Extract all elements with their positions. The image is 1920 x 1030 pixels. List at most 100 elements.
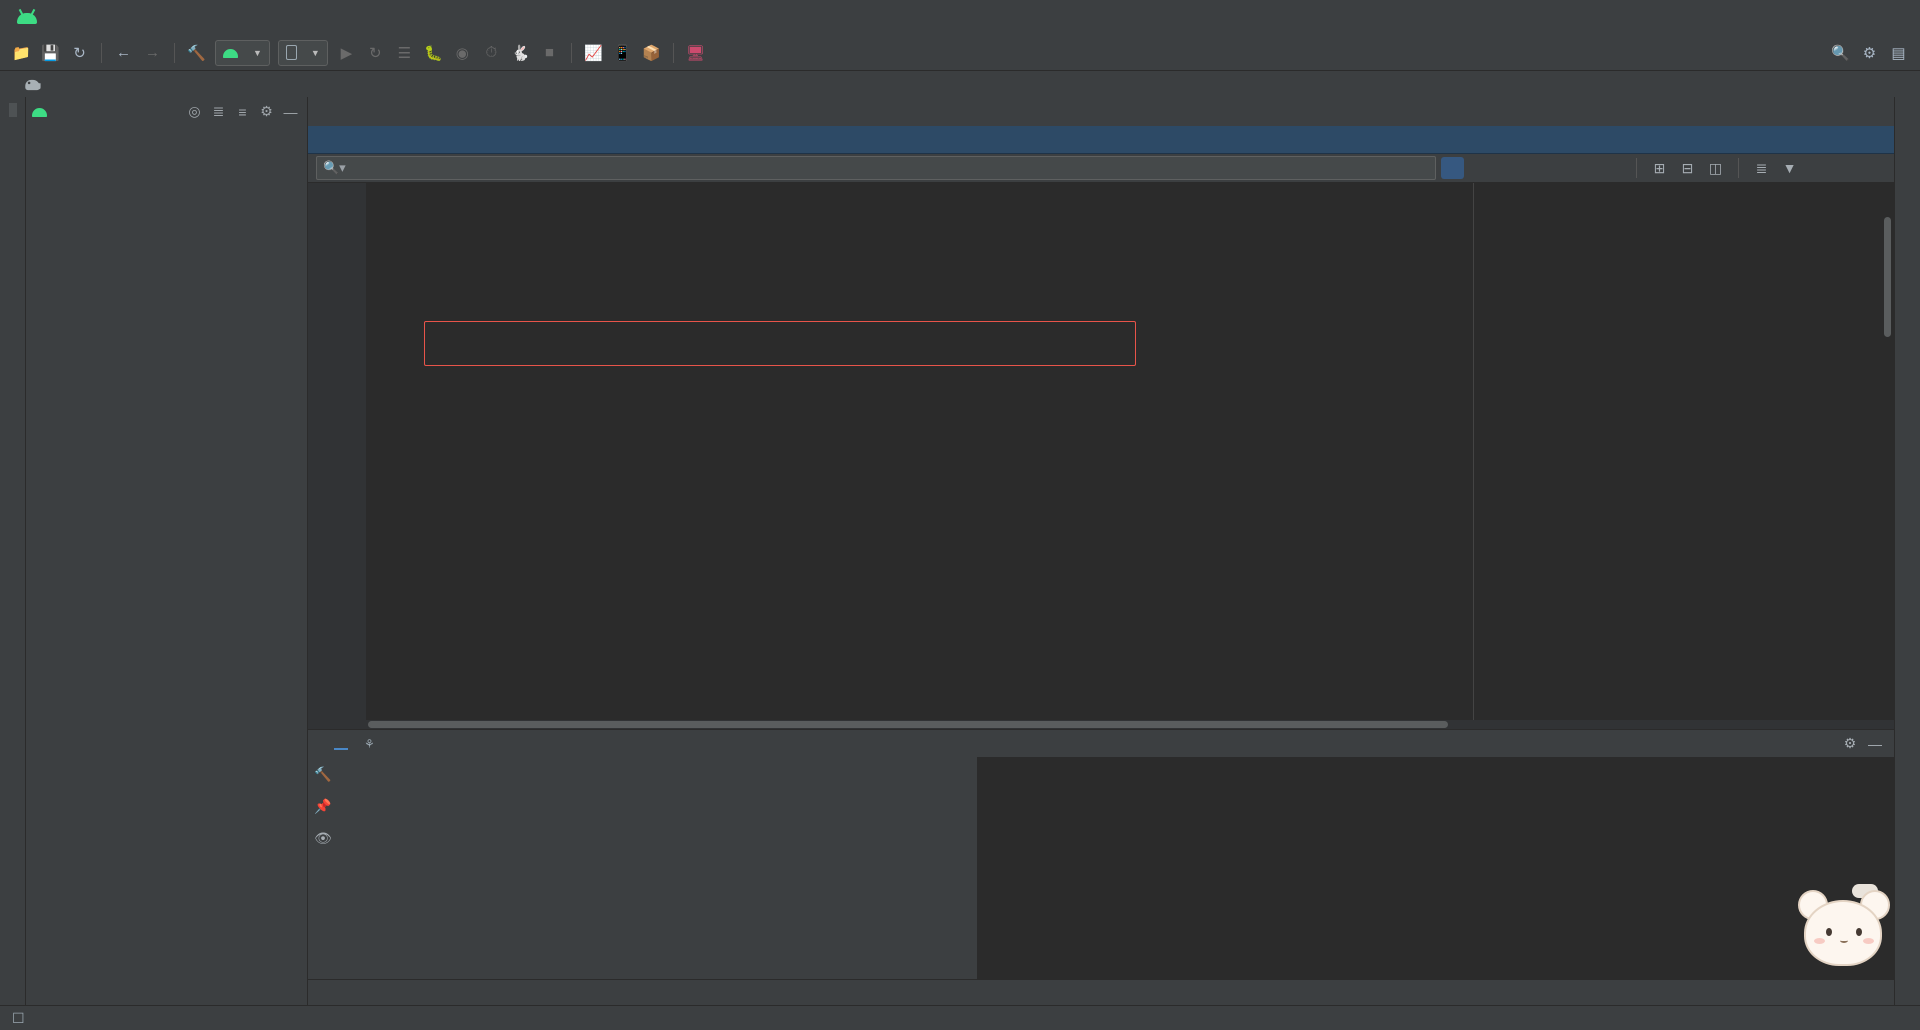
hammer-icon[interactable]: 🔨: [312, 763, 334, 785]
status-bar: ☐: [0, 1005, 1920, 1030]
open-folder-icon[interactable]: 📁: [8, 39, 35, 66]
device-selector[interactable]: ▼: [277, 39, 328, 66]
select-all-occurrences-icon[interactable]: [1602, 157, 1625, 179]
preview-icon[interactable]: ◫: [1704, 157, 1727, 179]
build-output-console[interactable]: [978, 757, 1894, 979]
android-studio-window: 📁 💾 ↻ ← → 🔨 ▼ ▼ ▶ ↻ ☰ 🐛 ◉ ⏱ 🐇 ■ 📈 📱 📦 🖥: [0, 0, 1920, 1030]
tool-tab-emulator[interactable]: [1904, 991, 1912, 1005]
build-result-row[interactable]: [338, 761, 977, 783]
tool-tab-resource-manager[interactable]: [9, 121, 17, 135]
tool-tab-device-manager[interactable]: [1904, 121, 1912, 135]
back-icon[interactable]: ←: [110, 39, 137, 66]
project-structure-icon[interactable]: ▤: [1885, 39, 1912, 66]
profile-icon[interactable]: ⏱: [478, 39, 505, 66]
gradle-icon: [25, 79, 41, 91]
clear-icon[interactable]: [1390, 157, 1406, 179]
divider: [1636, 158, 1637, 178]
history-icon[interactable]: [1413, 157, 1429, 179]
collapse-all-icon[interactable]: ≡: [232, 101, 253, 122]
sort-icon[interactable]: ≣: [1750, 157, 1773, 179]
menu-bar: [0, 0, 1920, 35]
project-panel: ◎ ≣ ≡ ⚙ —: [26, 97, 308, 1005]
find-next-icon[interactable]: [1574, 157, 1597, 179]
highlight-box: [424, 321, 1136, 366]
gradle-sync-banner: [308, 126, 1894, 154]
search-everywhere-icon[interactable]: 🔍: [1827, 39, 1854, 66]
find-close-icon[interactable]: [1863, 157, 1886, 179]
build-tool-window: ⚘ ⚙ — 🔨 📌 👁: [308, 729, 1894, 979]
forward-icon[interactable]: →: [139, 39, 166, 66]
settings-icon[interactable]: ⚙: [1839, 733, 1861, 755]
settings-icon[interactable]: ⚙: [256, 101, 277, 122]
editor-area: 🔍▾ ⊞ ⊟ ◫ ≣ ▼ ⚘ ⚙ — 🔨 📌 👁: [308, 97, 1894, 1005]
tool-tab-device-file-explorer[interactable]: [1904, 139, 1912, 153]
hide-icon[interactable]: —: [280, 101, 301, 122]
code-editor[interactable]: [308, 183, 1894, 720]
run-coverage-icon[interactable]: ◉: [449, 39, 476, 66]
stop-icon[interactable]: ■: [536, 39, 563, 66]
window-controls: [1776, 2, 1920, 34]
settings-icon[interactable]: ⚙: [1856, 39, 1883, 66]
project-tree[interactable]: [26, 126, 307, 1005]
build-panel-tabs: ⚘ ⚙ —: [308, 730, 1894, 757]
editor-scrollbar[interactable]: [1884, 217, 1891, 337]
apply-changes-icon[interactable]: ☰: [391, 39, 418, 66]
tool-tab-favorites[interactable]: [9, 973, 17, 987]
divider: [570, 42, 572, 63]
avd-manager-icon[interactable]: 🖥: [682, 39, 709, 66]
chevron-down-icon: ▼: [253, 47, 262, 58]
line-number-gutter[interactable]: [308, 183, 366, 720]
pin-icon[interactable]: 📌: [312, 795, 334, 817]
android-logo-icon: [14, 8, 40, 28]
analyzer-icon: ⚘: [364, 736, 375, 751]
find-input[interactable]: 🔍▾: [316, 156, 1436, 180]
save-icon[interactable]: 💾: [37, 39, 64, 66]
main-toolbar: 📁 💾 ↻ ← → 🔨 ▼ ▼ ▶ ↻ ☰ 🐛 ◉ ⏱ 🐇 ■ 📈 📱 📦 🖥: [0, 35, 1920, 71]
build-panel-body: 🔨 📌 👁: [308, 757, 1894, 979]
tab-build-analyzer[interactable]: ⚘: [356, 733, 395, 755]
tab-build-output[interactable]: [330, 740, 352, 750]
open-in-new-window-icon[interactable]: ⊞: [1648, 157, 1671, 179]
sync-gradle-icon[interactable]: 🐇: [507, 39, 534, 66]
breadcrumb: [0, 71, 1920, 97]
tool-tab-structure[interactable]: [9, 955, 17, 969]
select-opened-file-icon[interactable]: ◎: [184, 101, 205, 122]
minimize-icon[interactable]: —: [1864, 733, 1886, 755]
expand-icon[interactable]: ⊟: [1676, 157, 1699, 179]
sync-icon[interactable]: ↻: [66, 39, 93, 66]
divider: [1738, 158, 1739, 178]
sdk-manager-icon[interactable]: 📦: [638, 39, 665, 66]
expand-all-icon[interactable]: ≣: [208, 101, 229, 122]
run-icon[interactable]: ▶: [333, 39, 360, 66]
left-tool-strip: [0, 97, 26, 1005]
minimize-button[interactable]: [1776, 2, 1822, 34]
filter-icon[interactable]: ▼: [1778, 157, 1801, 179]
maximize-button[interactable]: [1822, 2, 1868, 34]
tool-tab-project[interactable]: [8, 103, 17, 117]
module-selector[interactable]: ▼: [215, 39, 270, 66]
whole-words-toggle[interactable]: [1469, 157, 1492, 179]
build-hammer-icon[interactable]: 🔨: [183, 39, 210, 66]
close-button[interactable]: [1868, 2, 1914, 34]
phone-icon: [285, 45, 297, 60]
build-panel-side-icons: 🔨 📌 👁: [308, 757, 338, 979]
eye-icon[interactable]: 👁: [312, 827, 334, 849]
build-result-tree[interactable]: [338, 757, 978, 979]
rerun-icon[interactable]: ↻: [362, 39, 389, 66]
editor-hscrollbar[interactable]: [308, 720, 1894, 729]
tool-tab-gradle[interactable]: [1904, 103, 1912, 117]
regex-toggle[interactable]: [1497, 157, 1520, 179]
match-case-toggle[interactable]: [1441, 157, 1464, 179]
android-view-icon: [32, 106, 48, 117]
project-panel-header: ◎ ≣ ≡ ⚙ —: [26, 97, 307, 126]
code-content[interactable]: [366, 183, 1894, 720]
status-icon: ☐: [12, 1009, 25, 1026]
debug-icon[interactable]: 🐛: [420, 39, 447, 66]
find-prev-icon[interactable]: [1546, 157, 1569, 179]
divider: [101, 42, 102, 63]
layout-inspector-icon[interactable]: 📈: [580, 39, 607, 66]
device-file-explorer-icon[interactable]: 📱: [609, 39, 636, 66]
divider: [174, 42, 175, 63]
main-body: ◎ ≣ ≡ ⚙ — 🔍▾ ⊞ ⊟ ◫ ≣ ▼ ⚘ ⚙ — 🔨 📌 👁: [0, 97, 1920, 1005]
tool-tab-build-variants[interactable]: [9, 991, 17, 1005]
